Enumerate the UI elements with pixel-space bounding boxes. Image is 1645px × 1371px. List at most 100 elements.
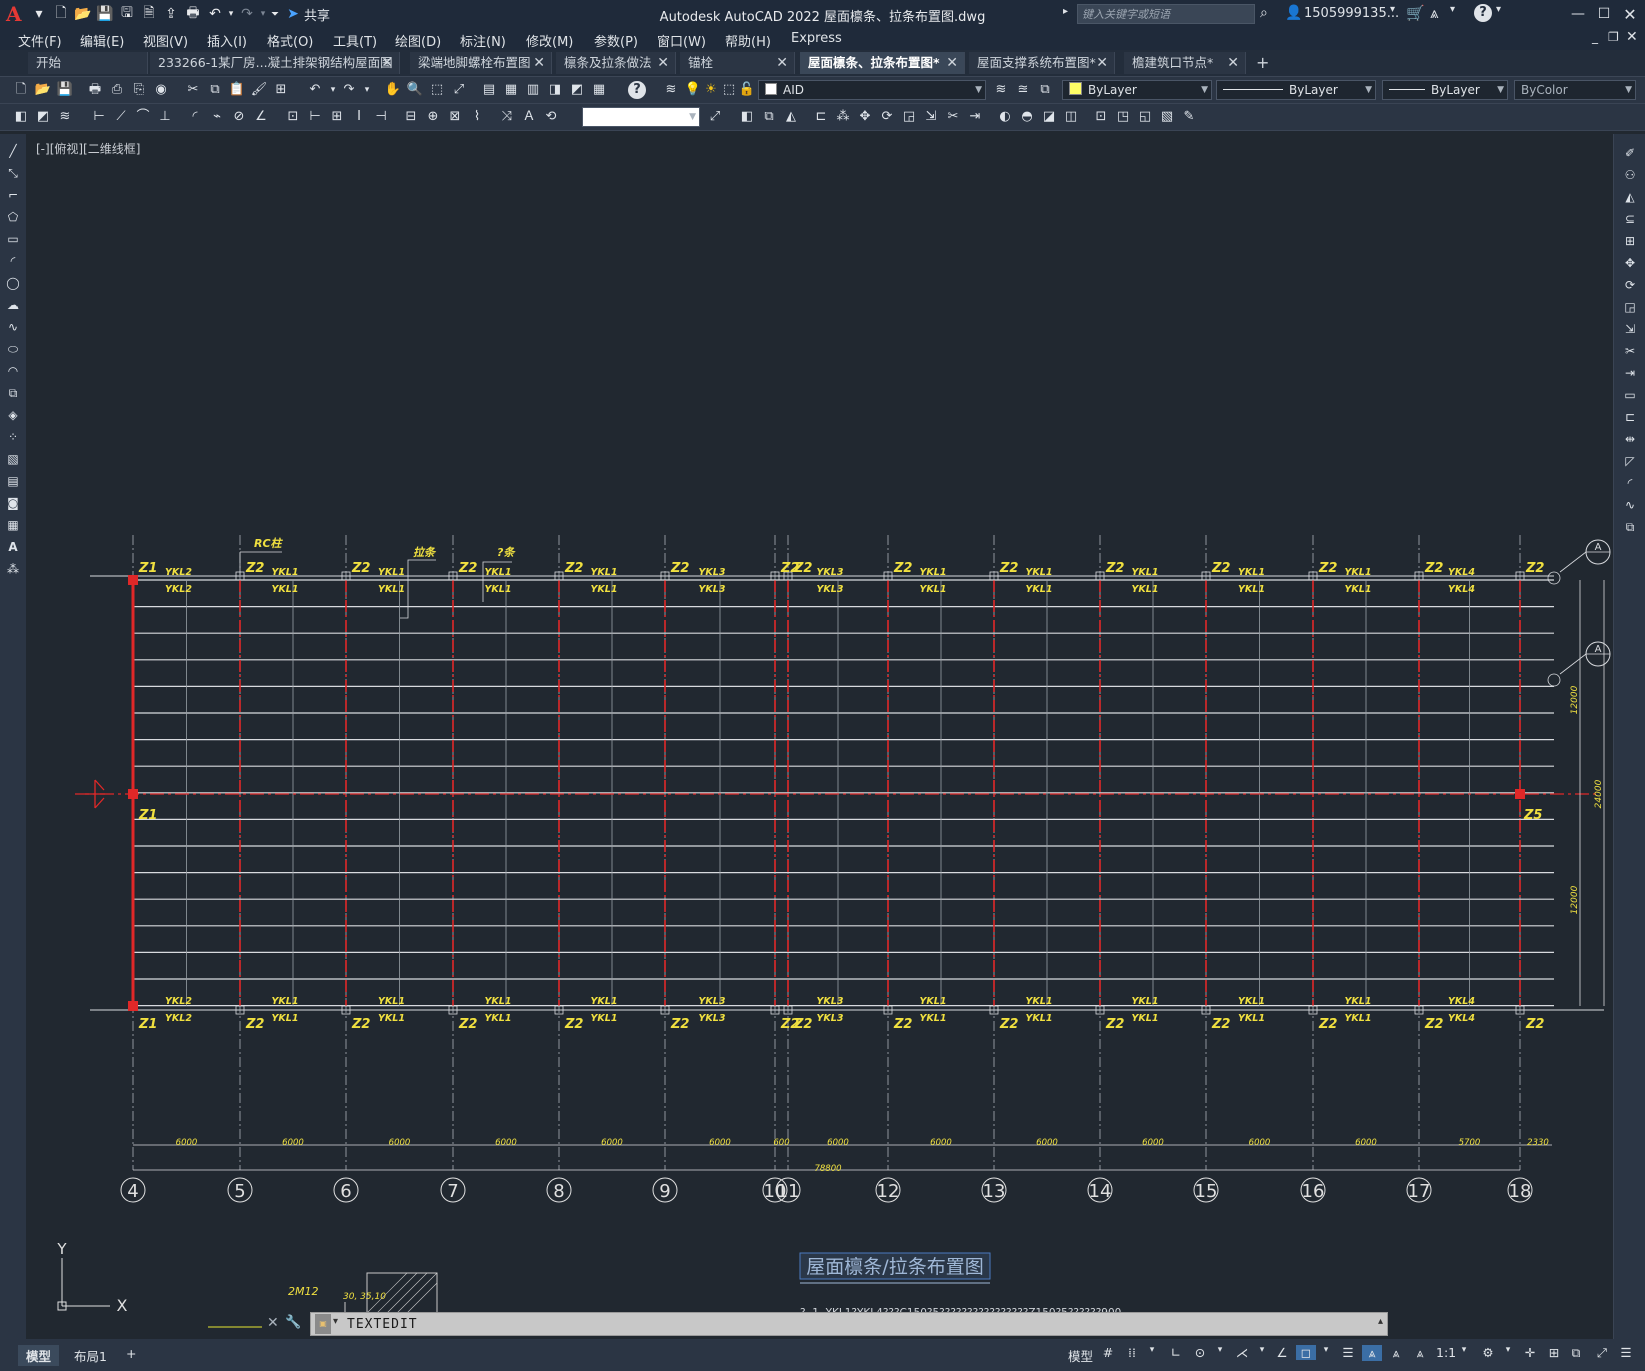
column-label-bottom: Z2	[893, 1017, 912, 1032]
snap-icon[interactable]: ⁞⁞	[1122, 1345, 1142, 1360]
beam-label-top-inner: YKL1	[1238, 584, 1265, 595]
beam-label-top-inner: YKL1	[920, 584, 947, 595]
beam-label-top: YKL2	[165, 567, 192, 578]
beam-label-bottom: YKL1	[1026, 1013, 1053, 1024]
auto-scale-icon[interactable]: ⩓	[1386, 1345, 1406, 1361]
customize-command-icon[interactable]: 🔧	[285, 1315, 301, 1330]
workspace-dropdown-icon[interactable]: ▾	[1498, 1345, 1518, 1355]
annotation-visibility-icon[interactable]: ⩓	[1362, 1345, 1382, 1361]
right-dim-text: 12000	[1570, 885, 1580, 914]
grid-bubble-label: 8	[553, 1181, 564, 1202]
spacing-dim-text: 6000	[1249, 1138, 1271, 1148]
beam-label-top-inner: YKL1	[1132, 584, 1159, 595]
beam-label-bottom-inner: YKL1	[378, 996, 405, 1007]
beam-label-bottom: YKL3	[699, 1013, 726, 1024]
grid-bubble-label: 9	[659, 1181, 670, 1202]
column-label-bottom: Z1	[138, 1017, 157, 1032]
polar-dropdown-icon[interactable]: ▾	[1210, 1345, 1230, 1355]
beam-label-top: YKL1	[1026, 567, 1053, 578]
spacing-dim-text: 6000	[176, 1138, 198, 1148]
detail-label-bolt: 2M12	[288, 1285, 319, 1298]
close-command-line-icon[interactable]: ✕	[267, 1315, 279, 1331]
column-label-top: Z2	[351, 561, 370, 576]
command-history-icon[interactable]: ▣	[315, 1314, 331, 1334]
grid-bubble-label: 15	[1195, 1181, 1218, 1202]
column-label-top: Z2	[564, 561, 583, 576]
axis-bubble-label: A	[1595, 644, 1602, 655]
column-label-top: Z2	[1105, 561, 1124, 576]
spacing-dim-text: 6000	[495, 1138, 517, 1148]
osnap-dropdown-icon[interactable]: ▾	[1316, 1345, 1336, 1355]
tab-layout1[interactable]: 布局1	[66, 1345, 115, 1366]
column-marker	[128, 789, 138, 799]
beam-label-bottom: YKL1	[485, 1013, 512, 1024]
command-line[interactable]: ✕ 🔧 ▣ ▾ TEXTEDIT ▴	[267, 1312, 1388, 1336]
grid-bubble-label: 14	[1089, 1181, 1112, 1202]
column-label-bottom: Z2	[564, 1017, 583, 1032]
isodraft-icon[interactable]: ⋌	[1232, 1345, 1252, 1360]
beam-label-top: YKL3	[699, 567, 726, 578]
beam-label-bottom-inner: YKL1	[1238, 996, 1265, 1007]
polar-tracking-icon[interactable]: ⊙	[1190, 1345, 1210, 1360]
command-recent-dropdown-icon[interactable]: ▾	[333, 1316, 338, 1327]
beam-label-top-inner: YKL1	[272, 584, 299, 595]
grid-icon[interactable]: #	[1098, 1345, 1118, 1360]
snap-dropdown-icon[interactable]: ▾	[1142, 1345, 1162, 1355]
column-marker	[1515, 789, 1525, 799]
column-label-bottom: Z2	[245, 1017, 264, 1032]
annotation-scale-icon[interactable]: ⩓	[1410, 1345, 1430, 1361]
beam-label-top-inner: YKL3	[699, 584, 726, 595]
spacing-dim-text: 6000	[1036, 1138, 1058, 1148]
axis-bubble-leader	[1559, 653, 1587, 675]
beam-label-bottom-inner: YKL1	[591, 996, 618, 1007]
grid-bubble-label: 6	[340, 1181, 351, 1202]
column-label-top: Z2	[458, 561, 477, 576]
object-snap-icon[interactable]: ◻	[1296, 1345, 1316, 1360]
column-marker	[128, 1001, 138, 1011]
ortho-icon[interactable]: ∟	[1166, 1345, 1186, 1360]
status-bar: 模型 布局1 + 模型 # ⁞⁞ ▾ ∟ ⊙ ▾ ⋌ ▾ ∠ ◻ ▾ ☰ ⩓ ⩓…	[0, 1339, 1645, 1371]
scale-dropdown-icon[interactable]: ▾	[1454, 1345, 1474, 1355]
annotation-monitor-icon[interactable]: ✛	[1520, 1345, 1540, 1360]
clean-screen-icon[interactable]: ⤢	[1592, 1345, 1612, 1361]
column-marker	[128, 575, 138, 585]
column-label-bottom: Z2	[1424, 1017, 1443, 1032]
column-label-top: Z2	[1424, 561, 1443, 576]
column-label-bottom: Z2	[1211, 1017, 1230, 1032]
beam-label-top-inner: YKL1	[378, 584, 405, 595]
beam-label-bottom-inner: YKL1	[272, 996, 299, 1007]
model-space-toggle[interactable]: 模型	[1064, 1345, 1097, 1366]
spacing-dim-text: 6000	[389, 1138, 411, 1148]
beam-label-top: YKL1	[272, 567, 299, 578]
beam-label-bottom-inner: YKL3	[699, 996, 726, 1007]
units-icon[interactable]: ⊞	[1544, 1345, 1564, 1360]
quick-properties-icon[interactable]: ⧉	[1566, 1345, 1586, 1361]
lineweight-icon[interactable]: ☰	[1338, 1345, 1358, 1360]
spacing-dim-text: 6000	[930, 1138, 952, 1148]
axis-bubble-label: A	[1595, 542, 1602, 553]
add-layout-button[interactable]: +	[118, 1345, 144, 1362]
spacing-dim-text: 2330	[1527, 1138, 1549, 1148]
beam-label-top-inner: YKL1	[591, 584, 618, 595]
tab-model[interactable]: 模型	[18, 1345, 60, 1366]
section-arrow	[85, 779, 105, 809]
beam-label-bottom: YKL2	[165, 1013, 192, 1024]
customization-menu-icon[interactable]: ☰	[1616, 1345, 1636, 1360]
command-expand-icon[interactable]: ▴	[1378, 1316, 1383, 1327]
isodraft-dropdown-icon[interactable]: ▾	[1252, 1345, 1272, 1355]
column-label-bottom: Z2	[999, 1017, 1018, 1032]
beam-label-top: YKL1	[1345, 567, 1372, 578]
spacing-dim-text: 6000	[827, 1138, 849, 1148]
beam-label-top: YKL1	[591, 567, 618, 578]
drawing-title: 屋面檩条/拉条布置图	[806, 1256, 983, 1278]
column-label-top: Z2	[893, 561, 912, 576]
object-snap-tracking-icon[interactable]: ∠	[1272, 1345, 1292, 1360]
spacing-dim-text: 6000	[282, 1138, 304, 1148]
workspace-gear-icon[interactable]: ⚙	[1478, 1345, 1498, 1360]
command-input[interactable]: TEXTEDIT	[347, 1317, 418, 1332]
spacing-dim-text: 6000	[601, 1138, 623, 1148]
beam-label-top: YKL1	[1132, 567, 1159, 578]
beam-label-top: YKL1	[378, 567, 405, 578]
detail-label-dims: 30, 35,10	[343, 1292, 386, 1302]
ucs-icon: Y X	[56, 1240, 127, 1315]
